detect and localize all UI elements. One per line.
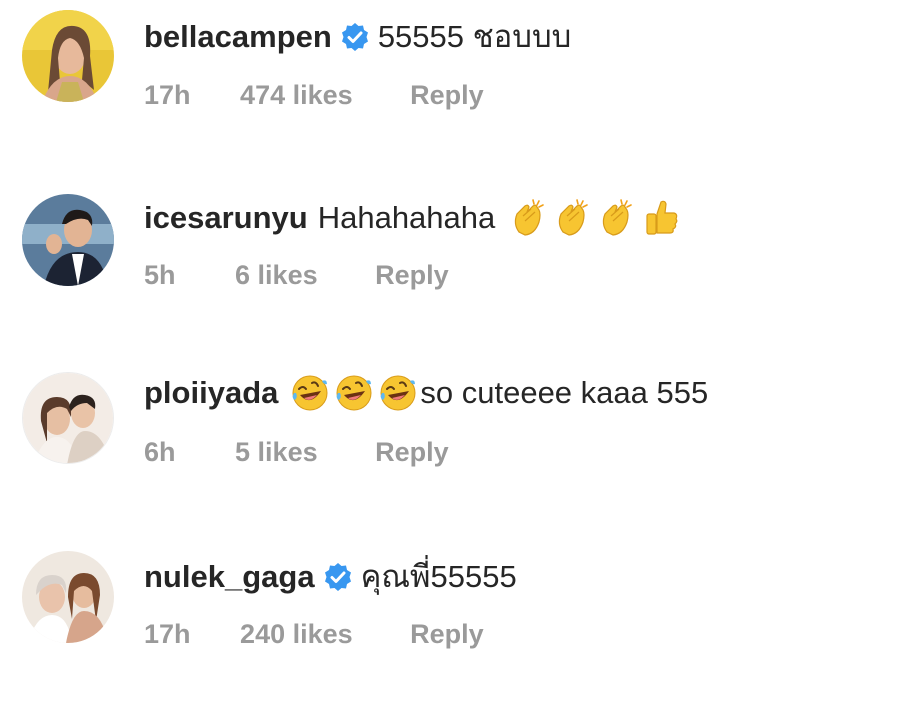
clapping-hands-icon xyxy=(553,198,593,238)
rolling-laughing-icon xyxy=(290,373,330,413)
reply-button[interactable]: Reply xyxy=(410,619,484,650)
comment-item: ploiiyada so cuteeee kaaa 555 6h 5 likes… xyxy=(0,357,900,467)
avatar[interactable] xyxy=(22,194,114,286)
rolling-laughing-icon xyxy=(334,373,374,413)
comment-time: 6h xyxy=(144,437,176,467)
thumbs-up-icon xyxy=(641,198,681,238)
comment-time: 17h xyxy=(144,80,191,110)
comment-item: icesarunyu Hahahahaha 5h 6 likes Reply xyxy=(0,178,900,291)
username[interactable]: ploiiyada xyxy=(144,373,278,413)
username[interactable]: nulek_gaga xyxy=(144,557,315,597)
comment-time: 17h xyxy=(144,619,191,649)
rolling-laughing-icon xyxy=(378,373,418,413)
clapping-hands-icon xyxy=(597,198,637,238)
like-count[interactable]: 5 likes xyxy=(235,437,318,468)
username[interactable]: icesarunyu xyxy=(144,198,308,238)
comment-text: so cuteeee kaaa 555 xyxy=(420,375,709,410)
reply-button[interactable]: Reply xyxy=(375,437,449,468)
verified-badge-icon xyxy=(323,562,353,592)
reply-button[interactable]: Reply xyxy=(410,80,484,111)
avatar[interactable] xyxy=(22,551,114,643)
clapping-hands-icon xyxy=(509,198,549,238)
comment-time: 5h xyxy=(144,260,176,290)
reply-button[interactable]: Reply xyxy=(375,260,449,291)
comment-text: Hahahahaha xyxy=(317,200,496,235)
like-count[interactable]: 6 likes xyxy=(235,260,318,291)
avatar[interactable] xyxy=(22,372,114,464)
verified-badge-icon xyxy=(340,22,370,52)
comment-text: 55555 ชอบบบ xyxy=(377,19,572,54)
comment-text: คุณพี่55555 xyxy=(360,559,517,594)
comment-item: nulek_gaga คุณพี่55555 17h 240 likes Rep… xyxy=(0,537,900,650)
comment-item: bellacampen 55555 ชอบบบ 17h 474 likes Re… xyxy=(0,0,900,110)
username[interactable]: bellacampen xyxy=(144,17,332,57)
like-count[interactable]: 240 likes xyxy=(240,619,353,650)
like-count[interactable]: 474 likes xyxy=(240,80,353,111)
avatar[interactable] xyxy=(22,10,114,102)
